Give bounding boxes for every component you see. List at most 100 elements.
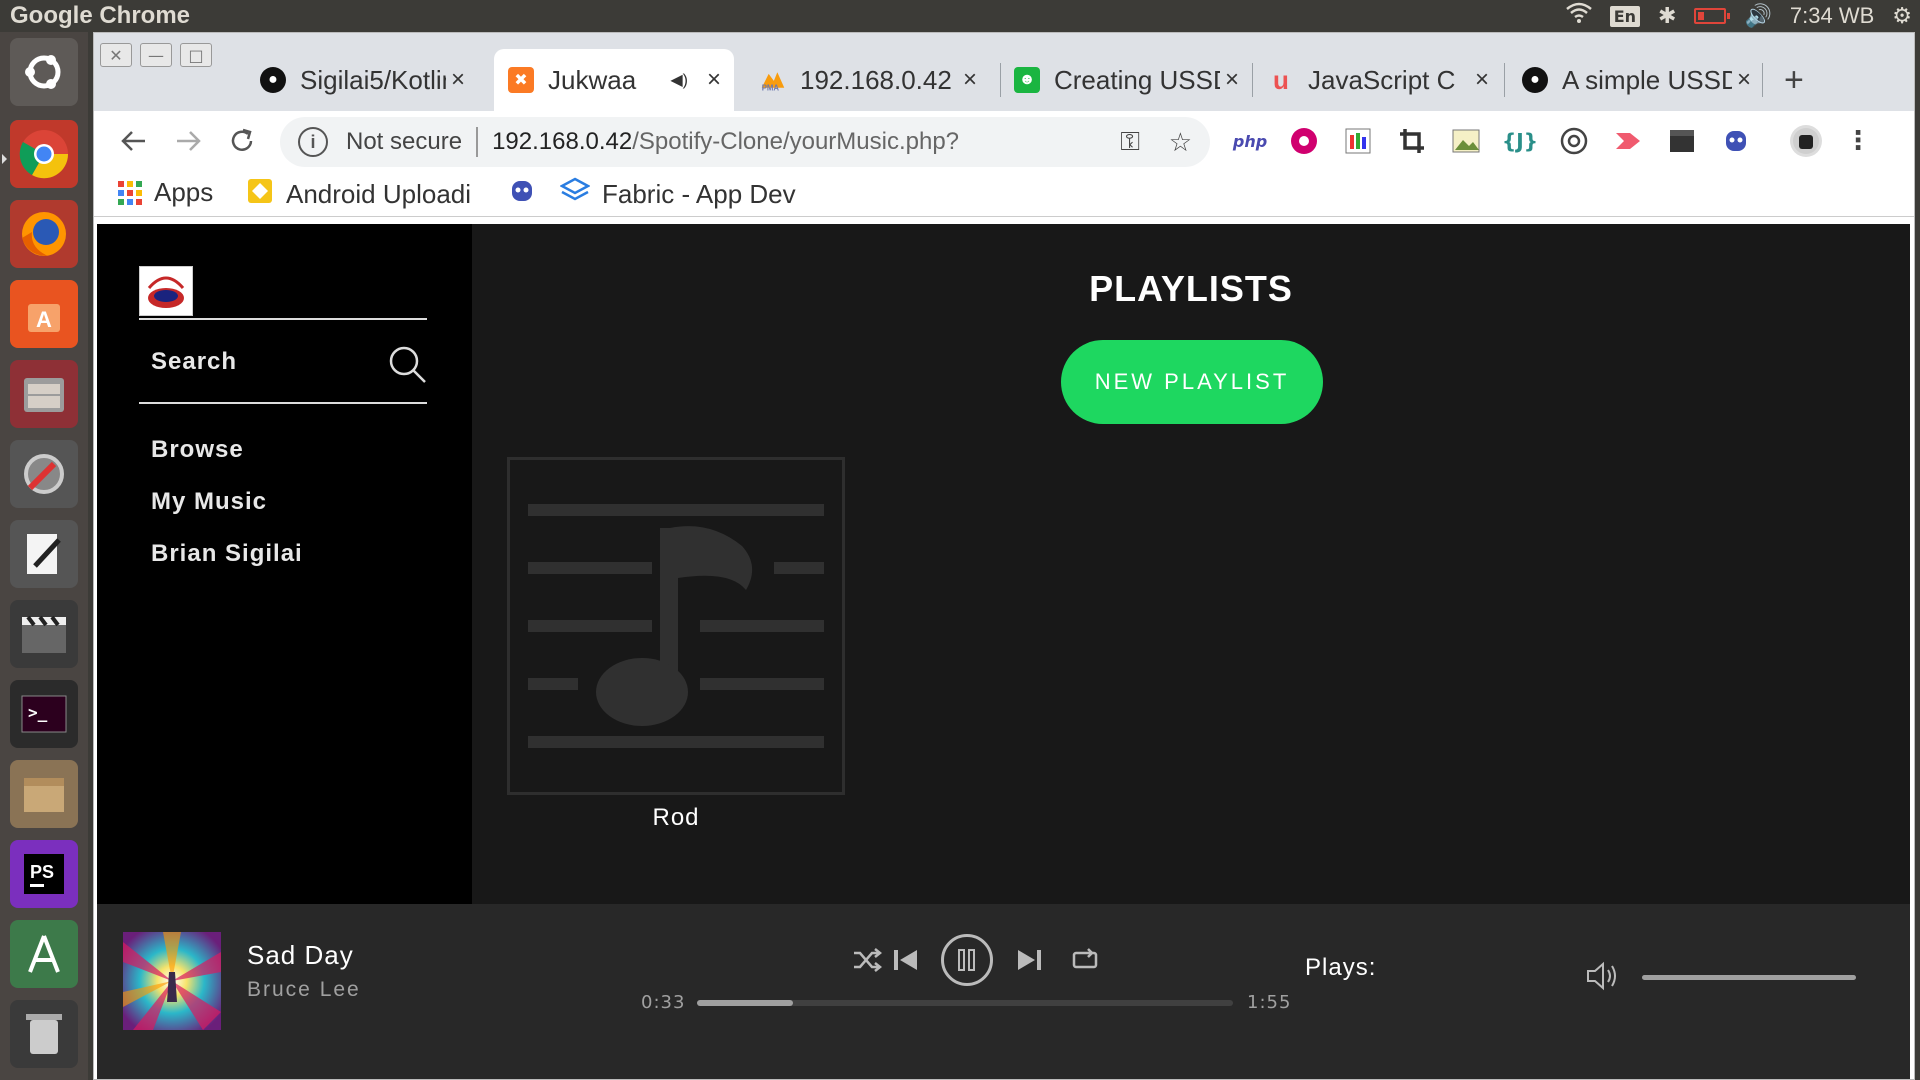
phpstorm-icon[interactable]: PS bbox=[10, 840, 78, 908]
tab-github-kotlin[interactable]: ● Sigilai5/Kotlin × bbox=[246, 49, 478, 111]
tab-close-icon[interactable]: × bbox=[1470, 66, 1494, 94]
battery-icon[interactable] bbox=[1694, 8, 1731, 24]
tab-javascript[interactable]: u JavaScript C × bbox=[1254, 49, 1502, 111]
nav-user-profile[interactable]: Brian Sigilai bbox=[151, 540, 303, 568]
playlist-placeholder-icon bbox=[528, 504, 824, 748]
tab-close-icon[interactable]: × bbox=[1732, 66, 1756, 94]
volume-tray-icon[interactable]: 🔊 bbox=[1744, 4, 1771, 29]
bookmark-star-icon[interactable]: ☆ bbox=[1169, 127, 1192, 158]
security-status[interactable]: Not secure bbox=[346, 128, 462, 156]
pause-button[interactable] bbox=[941, 934, 993, 986]
github-icon: ● bbox=[260, 67, 286, 93]
profile-avatar[interactable] bbox=[1790, 125, 1822, 157]
tab-close-icon[interactable]: × bbox=[958, 66, 982, 94]
android-upload-icon bbox=[246, 177, 274, 212]
info-icon[interactable]: i bbox=[298, 127, 328, 157]
archive-icon[interactable] bbox=[10, 760, 78, 828]
search-link[interactable]: Search bbox=[151, 348, 237, 376]
firefox-icon[interactable] bbox=[10, 200, 78, 268]
android-icon: ☻ bbox=[1014, 67, 1040, 93]
aperture-icon[interactable] bbox=[1558, 125, 1590, 157]
window-maximize-button[interactable]: □ bbox=[180, 43, 212, 67]
bookmark-android-upload[interactable]: Android Uploadi bbox=[246, 177, 478, 212]
reload-button[interactable] bbox=[222, 121, 262, 161]
robot-icon[interactable] bbox=[1720, 125, 1752, 157]
bookmark-label: Android Uploadi bbox=[286, 179, 472, 209]
nav-my-music[interactable]: My Music bbox=[151, 488, 267, 516]
bookmark-fabric[interactable]: Fabric - App Deve bbox=[560, 177, 796, 212]
window-minimize-button[interactable]: — bbox=[140, 43, 172, 67]
system-settings-icon[interactable] bbox=[10, 440, 78, 508]
text-editor-icon[interactable] bbox=[10, 520, 78, 588]
video-editor-icon[interactable] bbox=[10, 600, 78, 668]
search-icon[interactable] bbox=[387, 344, 427, 384]
bookmark-label: Fabric - App Deve bbox=[602, 179, 796, 209]
volume-slider[interactable] bbox=[1642, 975, 1856, 980]
shuffle-button[interactable] bbox=[849, 942, 885, 978]
back-button[interactable] bbox=[114, 121, 154, 161]
volume-fill bbox=[1642, 975, 1856, 980]
playlist-name[interactable]: Rod bbox=[507, 804, 845, 832]
main-content: PLAYLISTS NEW PLAYLIST Rod bbox=[472, 224, 1910, 904]
volume-icon[interactable] bbox=[1585, 960, 1621, 996]
tab-audio-icon[interactable]: ◀) bbox=[670, 70, 688, 90]
clapper-icon[interactable] bbox=[1666, 125, 1698, 157]
php-icon[interactable]: php bbox=[1233, 125, 1267, 157]
tab-creating-ussd[interactable]: ☻ Creating USSD × bbox=[1000, 49, 1252, 111]
new-playlist-button[interactable]: NEW PLAYLIST bbox=[1061, 340, 1323, 424]
chrome-menu-icon[interactable]: ⋮ bbox=[1842, 125, 1874, 157]
terminal-icon[interactable]: >_ bbox=[10, 680, 78, 748]
album-art[interactable] bbox=[123, 932, 221, 1030]
url-path: /Spotify-Clone/yourMusic.php? bbox=[632, 128, 960, 155]
files-icon[interactable] bbox=[10, 360, 78, 428]
address-bar[interactable]: i Not secure 192.168.0.42/Spotify-Clone/… bbox=[280, 117, 1210, 167]
chrome-launcher-icon[interactable] bbox=[10, 120, 78, 188]
android-studio-icon[interactable] bbox=[10, 920, 78, 988]
now-playing-bar: Sad Day Bruce Lee 0:33 1:55 Plays: bbox=[97, 904, 1910, 1079]
site-logo[interactable] bbox=[139, 266, 193, 316]
wifi-icon[interactable] bbox=[1565, 2, 1592, 30]
arrow-icon[interactable] bbox=[1612, 125, 1644, 157]
tab-close-icon[interactable]: × bbox=[446, 66, 470, 94]
tab-close-icon[interactable]: × bbox=[702, 66, 726, 94]
forward-button[interactable] bbox=[168, 121, 208, 161]
record-icon[interactable] bbox=[1288, 125, 1320, 157]
web-page: Search Browse My Music Brian Sigilai PLA… bbox=[97, 224, 1910, 1079]
bluetooth-icon[interactable]: ✱ bbox=[1658, 4, 1676, 29]
bookmark-label: Apps bbox=[154, 177, 214, 207]
previous-button[interactable] bbox=[887, 942, 923, 978]
image-icon[interactable] bbox=[1450, 125, 1482, 157]
software-center-icon[interactable]: A bbox=[10, 280, 78, 348]
window-close-button[interactable]: ✕ bbox=[100, 43, 132, 67]
tab-close-icon[interactable]: × bbox=[1220, 66, 1244, 94]
settings-gear-icon[interactable]: ⚙ bbox=[1892, 4, 1912, 29]
track-name[interactable]: Sad Day bbox=[247, 940, 354, 971]
browser-toolbar: i Not secure 192.168.0.42/Spotify-Clone/… bbox=[94, 111, 1914, 171]
artist-name[interactable]: Bruce Lee bbox=[247, 978, 361, 1002]
tab-simple-ussd[interactable]: ● A simple USSD × bbox=[1508, 49, 1764, 111]
bookmark-apps[interactable]: Apps bbox=[118, 177, 213, 208]
tab-title: Sigilai5/Kotlin bbox=[300, 64, 446, 95]
nav-browse[interactable]: Browse bbox=[151, 436, 244, 464]
next-button[interactable] bbox=[1012, 942, 1048, 978]
ubuntu-dash-icon[interactable] bbox=[10, 38, 78, 106]
clock[interactable]: 7:34 WB bbox=[1790, 3, 1874, 29]
new-tab-button[interactable]: + bbox=[1784, 61, 1804, 100]
crop-icon[interactable] bbox=[1396, 125, 1428, 157]
json-icon[interactable]: {J} bbox=[1502, 125, 1538, 157]
playlist-card[interactable] bbox=[507, 457, 845, 795]
tab-title: A simple USSD bbox=[1562, 64, 1732, 95]
progress-bar[interactable] bbox=[697, 1000, 1233, 1006]
keyboard-language-indicator[interactable]: En bbox=[1609, 5, 1641, 27]
trash-icon[interactable] bbox=[10, 1000, 78, 1068]
repeat-button[interactable] bbox=[1067, 942, 1103, 978]
tab-title: 192.168.0.42 bbox=[800, 64, 952, 95]
tab-phpmyadmin[interactable]: PMA 192.168.0.42 × bbox=[746, 49, 990, 111]
svg-text:PS: PS bbox=[30, 862, 54, 882]
tab-jukwaa[interactable]: ✖ Jukwaa ◀) × bbox=[494, 49, 734, 111]
key-icon[interactable]: ⚿ bbox=[1120, 126, 1140, 158]
colorzilla-icon[interactable] bbox=[1342, 125, 1374, 157]
nav-sidebar: Search Browse My Music Brian Sigilai bbox=[97, 224, 472, 904]
system-top-panel: Google Chrome En ✱ 🔊 7:34 WB ⚙ bbox=[0, 0, 1920, 32]
bookmark-robot[interactable] bbox=[508, 177, 536, 212]
